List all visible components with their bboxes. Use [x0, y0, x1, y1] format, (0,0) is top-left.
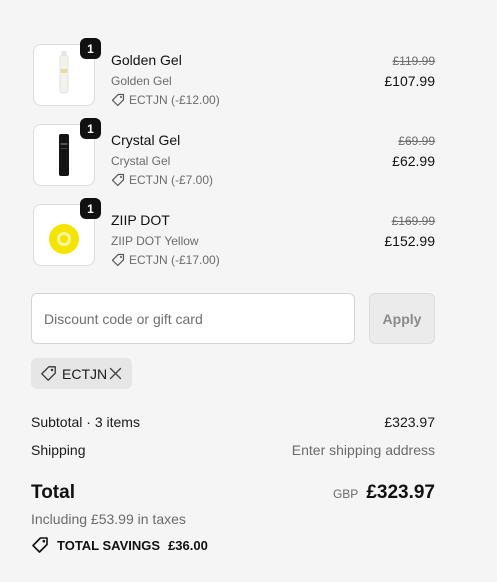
product-variant: Golden Gel — [111, 74, 172, 88]
applied-discount: ECTJN (-£7.00) — [111, 173, 213, 187]
shipping-row: Shipping Enter shipping address — [31, 442, 435, 458]
line-item-crystal-gel: 1 Crystal Gel Crystal Gel ECTJN (-£7.00)… — [31, 118, 435, 190]
close-icon[interactable] — [109, 367, 122, 380]
product-variant: Crystal Gel — [111, 154, 171, 168]
discount-code-input[interactable] — [31, 293, 355, 344]
applied-discount: ECTJN (-£17.00) — [111, 253, 220, 267]
sale-price: £152.99 — [384, 233, 435, 249]
total-amount: GBP £323.97 — [333, 482, 435, 504]
shipping-value: Enter shipping address — [291, 442, 435, 458]
product-variant: ZIIP DOT Yellow — [111, 234, 199, 248]
subtotal-value: £323.97 — [384, 414, 435, 430]
tag-icon — [111, 253, 125, 267]
applied-code-chip: ECTJN — [31, 358, 132, 389]
product-name: ZIIP DOT — [111, 212, 170, 228]
line-item-ziip-dot: 1 ZIIP DOT ZIIP DOT Yellow ECTJN (-£17.0… — [31, 198, 435, 270]
subtotal-row: Subtotal · 3 items £323.97 — [31, 414, 435, 430]
quantity-badge: 1 — [80, 118, 101, 139]
tag-icon — [41, 366, 56, 381]
quantity-badge: 1 — [80, 198, 101, 219]
tag-icon — [32, 537, 48, 553]
sale-price: £107.99 — [384, 73, 435, 89]
original-price: £169.99 — [391, 214, 435, 228]
applied-code-label: ECTJN — [62, 365, 108, 382]
currency-code: GBP — [332, 487, 359, 501]
apply-discount-button[interactable]: Apply — [369, 293, 435, 344]
applied-discount: ECTJN (-£12.00) — [111, 93, 220, 107]
tag-icon — [111, 93, 125, 107]
tag-icon — [111, 173, 125, 187]
total-label: Total — [31, 482, 75, 503]
total-savings: TOTAL SAVINGS £36.00 — [31, 536, 208, 554]
product-name: Golden Gel — [111, 52, 182, 68]
original-price: £69.99 — [398, 134, 435, 148]
original-price: £119.99 — [392, 54, 436, 68]
savings-label: TOTAL SAVINGS — [57, 537, 161, 553]
total-value: £323.97 — [366, 482, 435, 503]
subtotal-label: Subtotal · 3 items — [31, 414, 140, 430]
savings-value: £36.00 — [168, 537, 208, 553]
discount-text: ECTJN (-£17.00) — [129, 253, 220, 267]
shipping-label: Shipping — [31, 442, 86, 458]
discount-text: ECTJN (-£7.00) — [129, 173, 214, 187]
sale-price: £62.99 — [392, 153, 435, 169]
taxes-note: Including £53.99 in taxes — [31, 511, 186, 527]
line-item-golden-gel: 1 Golden Gel Golden Gel ECTJN (-£12.00) … — [31, 38, 436, 110]
discount-text: ECTJN (-£12.00) — [129, 93, 220, 107]
product-name: Crystal Gel — [111, 132, 181, 148]
quantity-badge: 1 — [80, 38, 101, 59]
